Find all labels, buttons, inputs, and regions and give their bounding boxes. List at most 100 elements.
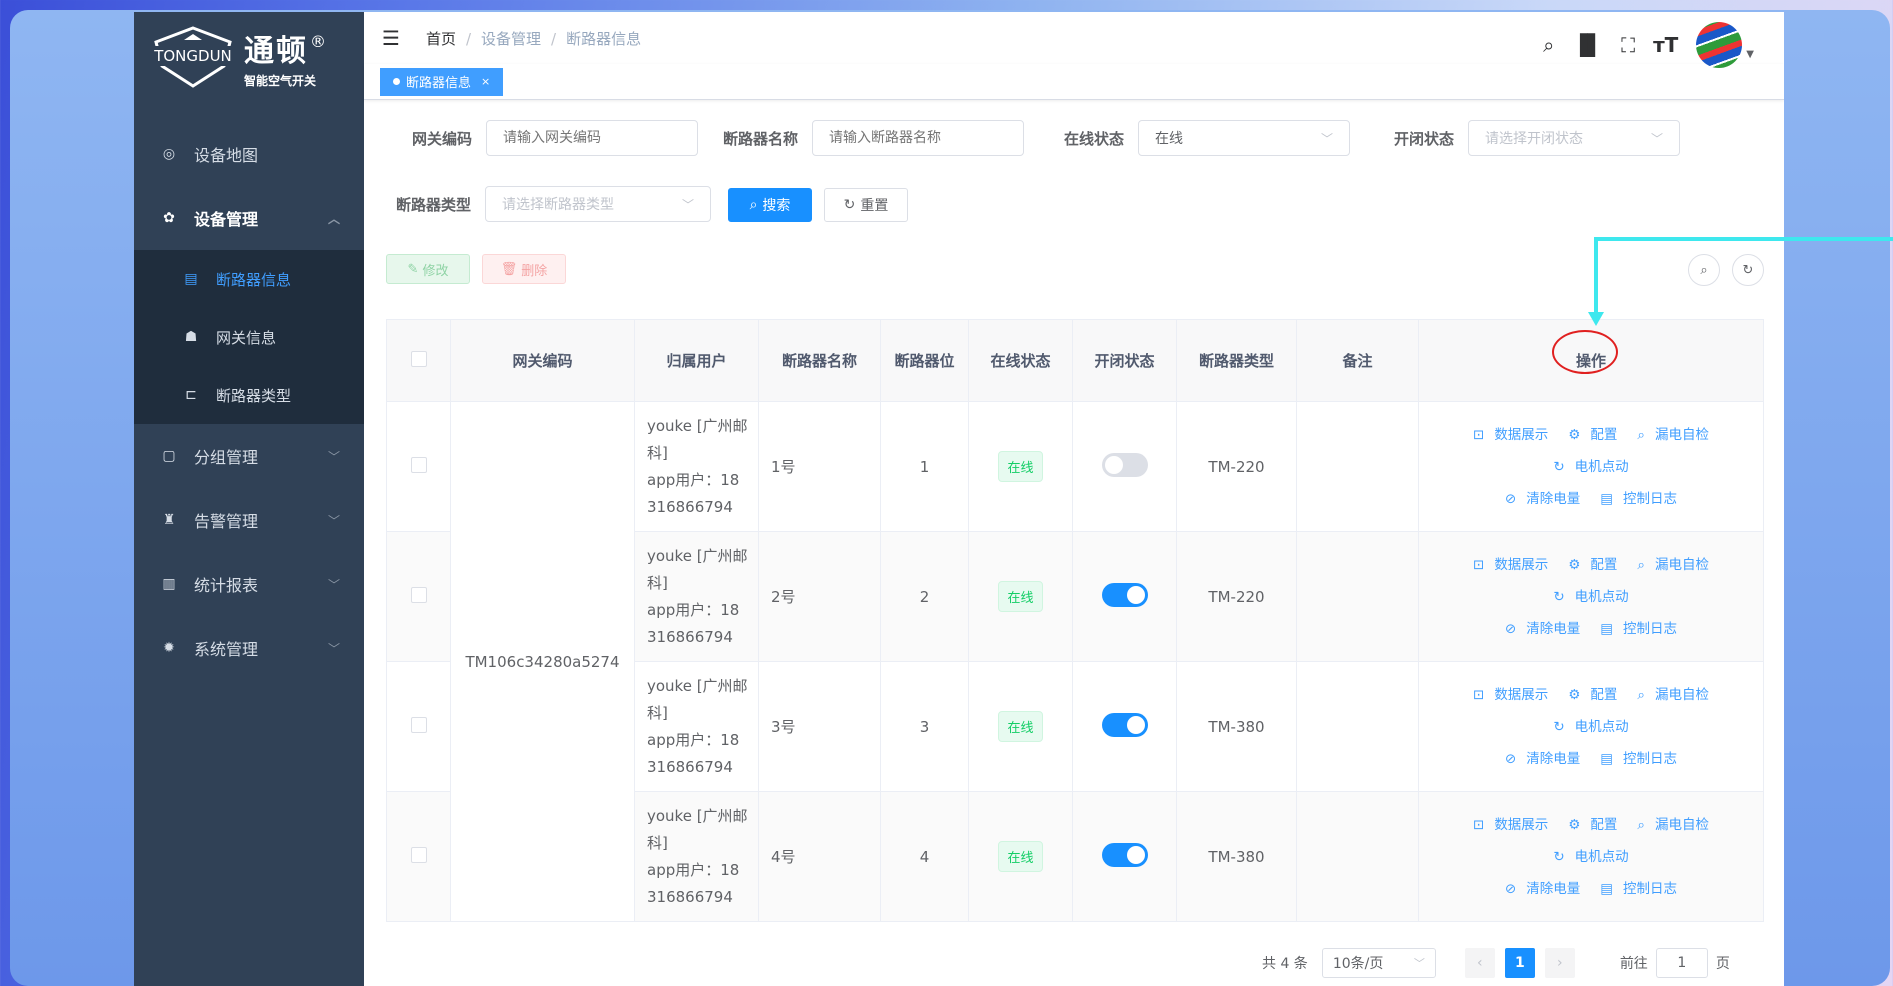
- toggle-search-button[interactable]: ⌕: [1688, 254, 1720, 286]
- leak-test-link[interactable]: ⌕ 漏电自检: [1632, 427, 1714, 443]
- page-number-button[interactable]: 1: [1504, 948, 1535, 978]
- config-link[interactable]: ⚙ 配置: [1563, 427, 1622, 443]
- next-page-button[interactable]: ›: [1544, 948, 1575, 978]
- clear-energy-link[interactable]: ⊘ 清除电量: [1500, 751, 1585, 767]
- motor-jog-link[interactable]: ↻ 电机点动: [1548, 719, 1633, 735]
- settings-icon: ✹: [163, 640, 175, 656]
- data-display-link[interactable]: ⊡ 数据展示: [1468, 557, 1553, 573]
- row-checkbox[interactable]: [410, 456, 427, 473]
- col-breaker-position: 断路器位: [880, 319, 969, 402]
- close-icon[interactable]: ×: [481, 75, 490, 88]
- switch-toggle[interactable]: [1101, 712, 1148, 737]
- page-size-select[interactable]: 10条/页 ﹀: [1321, 948, 1436, 978]
- breadcrumb-device-management[interactable]: 设备管理: [481, 30, 541, 48]
- data-display-link[interactable]: ⊡ 数据展示: [1468, 687, 1553, 703]
- remark-cell: [1296, 531, 1419, 662]
- sidebar-item-device-management[interactable]: ✿ 设备管理 ︿: [134, 186, 364, 250]
- clear-energy-link[interactable]: ⊘ 清除电量: [1500, 621, 1585, 637]
- config-link[interactable]: ⚙ 配置: [1563, 687, 1622, 703]
- row-checkbox[interactable]: [410, 716, 427, 733]
- font-size-icon[interactable]: тT: [1653, 33, 1678, 57]
- sidebar-item-breaker-info[interactable]: ▤ 断路器信息: [134, 250, 364, 308]
- sidebar-item-device-map[interactable]: ◎ 设备地图: [134, 122, 364, 186]
- goto-page-input[interactable]: 1: [1655, 948, 1708, 978]
- col-remark: 备注: [1296, 319, 1419, 402]
- filter-breaker-name: 断路器名称: [723, 120, 1025, 156]
- breaker-table: 网关编码 归属用户 断路器名称 断路器位 在线状态 开闭状态 断路器类型 备注 …: [386, 319, 1764, 922]
- select-all-checkbox[interactable]: [410, 350, 427, 367]
- document-icon: ▤: [1600, 750, 1614, 767]
- refresh-button[interactable]: ↻: [1732, 254, 1764, 286]
- caret-down-icon[interactable]: ▼: [1746, 49, 1754, 60]
- gateway-code-cell: TM106c34280a5274: [450, 401, 635, 922]
- fullscreen-icon[interactable]: ⛶: [1621, 33, 1635, 57]
- col-online-status: 在线状态: [968, 319, 1073, 402]
- sidebar-item-statistics[interactable]: ▥ 统计报表 ﹀: [134, 552, 364, 616]
- prev-page-button[interactable]: ‹: [1464, 948, 1495, 978]
- gear-icon: ✿: [163, 210, 175, 226]
- sidebar-item-breaker-type[interactable]: ⊏ 断路器类型: [134, 366, 364, 424]
- online-status-select[interactable]: 在线 ﹀: [1138, 120, 1351, 156]
- breaker-type-select[interactable]: 请选择断路器类型 ﹀: [485, 186, 712, 222]
- clear-energy-link[interactable]: ⊘ 清除电量: [1500, 491, 1585, 507]
- filter-gateway-code: 网关编码: [412, 120, 699, 156]
- app-window: TONGDUN 通顿 ® 智能空气开关 ◎ 设备地图 ✿ 设备管理 ︿ ▤ 断路器…: [134, 12, 1784, 986]
- clear-energy-link[interactable]: ⊘ 清除电量: [1500, 881, 1585, 897]
- chart-icon: ⊡: [1473, 426, 1485, 443]
- breaker-type-cell: TM-220: [1176, 531, 1297, 662]
- breadcrumb-home[interactable]: 首页: [426, 30, 456, 48]
- motor-jog-link[interactable]: ↻ 电机点动: [1548, 589, 1633, 605]
- control-log-link[interactable]: ▤ 控制日志: [1595, 621, 1682, 637]
- owner-cell: youke [广州邮 科] app用户：18 316866794: [634, 661, 759, 792]
- config-link[interactable]: ⚙ 配置: [1563, 557, 1622, 573]
- edit-button[interactable]: ✎ 修改: [386, 254, 470, 284]
- sidebar-item-system-management[interactable]: ✹ 系统管理 ﹀: [134, 616, 364, 680]
- reset-button[interactable]: ↻ 重置: [824, 188, 908, 222]
- config-link[interactable]: ⚙ 配置: [1563, 817, 1622, 833]
- leak-test-link[interactable]: ⌕ 漏电自检: [1632, 817, 1714, 833]
- row-select-cell: [386, 401, 451, 532]
- delete-button[interactable]: 🗑 删除: [482, 254, 566, 284]
- switch-status-select[interactable]: 请选择开闭状态 ﹀: [1468, 120, 1681, 156]
- col-switch-status: 开闭状态: [1072, 319, 1177, 402]
- motor-jog-link[interactable]: ↻ 电机点动: [1548, 849, 1633, 865]
- breadcrumb: 首页 / 设备管理 / 断路器信息: [425, 29, 642, 48]
- chevron-up-icon: ︿: [327, 211, 340, 226]
- control-log-link[interactable]: ▤ 控制日志: [1595, 751, 1682, 767]
- brand-name: 通顿: [244, 33, 308, 69]
- breaker-name-input[interactable]: [812, 120, 1025, 156]
- avatar[interactable]: [1696, 22, 1743, 68]
- sidebar-item-alarm-management[interactable]: ♜ 告警管理 ﹀: [134, 488, 364, 552]
- control-log-link[interactable]: ▤ 控制日志: [1595, 881, 1682, 897]
- gateway-code-input[interactable]: [486, 120, 699, 156]
- leak-test-link[interactable]: ⌕ 漏电自检: [1632, 557, 1714, 573]
- sidebar-item-gateway-info[interactable]: ☗ 网关信息: [134, 308, 364, 366]
- filter-label: 断路器类型: [396, 195, 472, 214]
- pagination: 共 4 条 10条/页 ﹀ ‹ 1 › 前往 1 页: [1262, 948, 1730, 978]
- control-log-link[interactable]: ▤ 控制日志: [1595, 491, 1682, 507]
- sidebar-item-group-management[interactable]: ▢ 分组管理 ﹀: [134, 424, 364, 488]
- search-button[interactable]: ⌕ 搜索: [728, 188, 812, 222]
- table-header-row: 网关编码 归属用户 断路器名称 断路器位 在线状态 开闭状态 断路器类型 备注 …: [386, 319, 1764, 402]
- search-icon[interactable]: ⌕: [1543, 33, 1554, 57]
- tab-breaker-info[interactable]: 断路器信息 ×: [380, 67, 504, 96]
- data-display-link[interactable]: ⊡ 数据展示: [1468, 817, 1553, 833]
- row-checkbox[interactable]: [410, 586, 427, 603]
- row-checkbox[interactable]: [410, 846, 427, 863]
- switch-toggle[interactable]: [1101, 452, 1148, 477]
- motor-jog-link[interactable]: ↻ 电机点动: [1548, 459, 1633, 475]
- filter-breaker-type: 断路器类型 请选择断路器类型 ﹀: [396, 186, 712, 222]
- switch-toggle[interactable]: [1101, 842, 1148, 867]
- sidebar-item-label: 设备地图: [194, 146, 259, 165]
- search-icon: ⌕: [1637, 556, 1645, 573]
- refresh-icon: ↻: [1553, 848, 1565, 865]
- clock-icon: ⊘: [1504, 750, 1517, 767]
- chevron-down-icon: ﹀: [327, 449, 340, 464]
- chevron-right-icon: ›: [1557, 955, 1563, 971]
- data-display-link[interactable]: ⊡ 数据展示: [1468, 427, 1553, 443]
- hamburger-icon[interactable]: ☰: [382, 26, 400, 50]
- bar-chart-icon[interactable]: ▐▌: [1572, 33, 1603, 57]
- switch-status-cell: [1072, 531, 1177, 662]
- switch-toggle[interactable]: [1101, 582, 1148, 607]
- leak-test-link[interactable]: ⌕ 漏电自检: [1632, 687, 1714, 703]
